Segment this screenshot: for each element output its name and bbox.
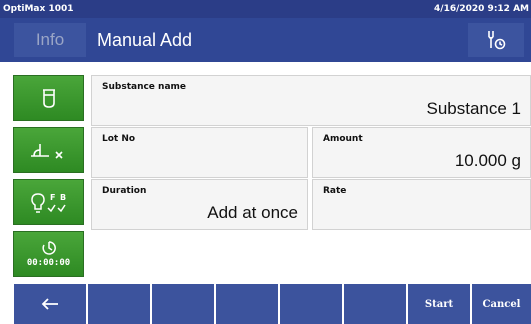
substance-name-field[interactable]: Substance name Substance 1 [91,75,531,126]
timer-key[interactable]: 00:00:00 [13,231,84,277]
datetime: 4/16/2020 9:12 AM [434,4,529,14]
rate-label: Rate [323,186,347,196]
tool-settings-icon [488,31,506,50]
svg-text:B: B [60,193,66,202]
start-button[interactable]: Start [408,284,470,324]
svg-text:F: F [50,193,55,202]
bulb-fb-icon: F B [30,193,66,213]
status-bar: OptiMax 1001 4/16/2020 9:12 AM [0,0,531,18]
duration-label: Duration [102,186,147,196]
tare-clear-key[interactable] [13,127,84,173]
tare-clear-icon [30,144,63,159]
empty-softkey-4[interactable] [280,284,342,324]
substance-name-value: Substance 1 [426,99,521,118]
substance-key[interactable] [13,75,84,121]
amount-label: Amount [323,134,363,144]
duration-value: Add at once [207,203,298,222]
arrow-left-icon [41,298,58,310]
tool-settings-button[interactable] [468,23,524,57]
cancel-button[interactable]: Cancel [472,284,531,324]
fb-key[interactable]: F B [13,179,84,225]
empty-softkey-3[interactable] [216,284,278,324]
rate-field[interactable]: Rate [312,179,531,230]
page-title: Manual Add [97,30,193,50]
back-button[interactable] [14,284,86,324]
substance-name-label: Substance name [102,82,187,92]
bottom-bar: Start Cancel [0,284,531,324]
amount-value: 10.000 g [454,151,521,170]
duration-field[interactable]: Duration Add at once [91,179,308,230]
empty-softkey-5[interactable] [344,284,406,324]
info-button-label: Info [35,30,65,49]
title-bar: Info Manual Add [0,18,531,62]
empty-softkey-2[interactable] [152,284,214,324]
cancel-button-label: Cancel [482,298,521,310]
start-button-label: Start [424,298,454,310]
lot-no-field[interactable]: Lot No [91,127,308,178]
info-button[interactable]: Info [14,23,86,57]
timer-readout: 00:00:00 [26,258,71,268]
amount-field[interactable]: Amount 10.000 g [312,127,531,178]
lot-no-label: Lot No [102,134,136,144]
beaker-icon [42,89,55,108]
timer-icon [42,241,56,255]
device-name: OptiMax 1001 [3,4,74,14]
empty-softkey-1[interactable] [88,284,150,324]
